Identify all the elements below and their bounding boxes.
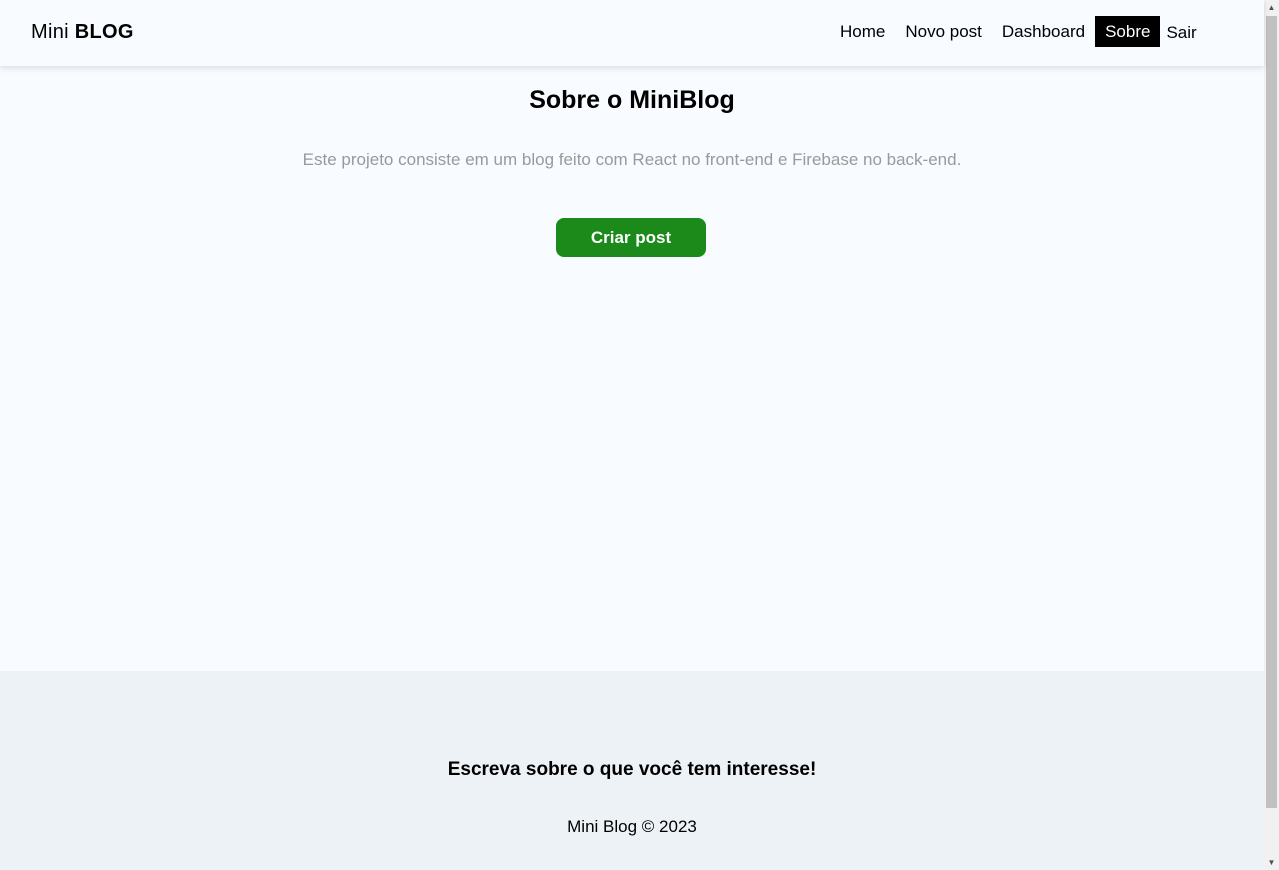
- scroll-down-arrow-icon[interactable]: ▼: [1264, 855, 1279, 870]
- footer-title: Escreva sobre o que você tem interesse!: [447, 759, 817, 780]
- footer: Escreva sobre o que você tem interesse! …: [0, 671, 1264, 870]
- page-title: Sobre o MiniBlog: [529, 86, 735, 114]
- vertical-scrollbar[interactable]: ▲ ▼: [1264, 0, 1279, 870]
- logout-button[interactable]: Sair: [1160, 17, 1202, 48]
- create-post-button[interactable]: Criar post: [556, 218, 706, 257]
- brand-bold-text: BLOG: [74, 21, 134, 43]
- scroll-thumb[interactable]: [1266, 16, 1277, 808]
- main-content: Sobre o MiniBlog Este projeto consiste e…: [0, 66, 1264, 671]
- brand-light-text: Mini: [31, 21, 69, 43]
- nav-link-home[interactable]: Home: [830, 16, 895, 47]
- page: Mini BLOG Home Novo post Dashboard Sobre…: [0, 0, 1264, 870]
- nav-link-novo-post[interactable]: Novo post: [895, 16, 992, 47]
- brand-logo[interactable]: Mini BLOG: [31, 21, 134, 44]
- footer-copyright: Mini Blog © 2023: [567, 817, 697, 836]
- page-description: Este projeto consiste em um blog feito c…: [302, 150, 962, 169]
- nav-link-sobre[interactable]: Sobre: [1095, 16, 1161, 47]
- navbar: Mini BLOG Home Novo post Dashboard Sobre…: [0, 0, 1264, 66]
- scroll-up-arrow-icon[interactable]: ▲: [1264, 0, 1279, 15]
- nav-links: Home Novo post Dashboard Sobre Sair: [830, 16, 1203, 47]
- nav-link-dashboard[interactable]: Dashboard: [992, 16, 1095, 47]
